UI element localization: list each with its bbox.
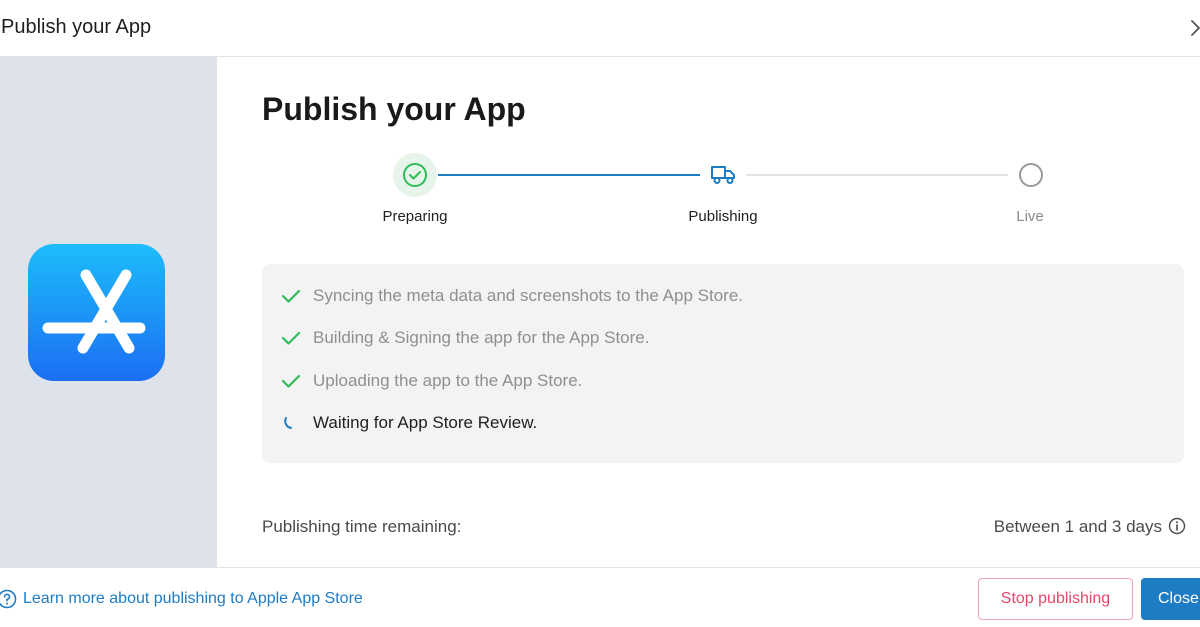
- task-text: Waiting for App Store Review.: [313, 413, 538, 432]
- info-icon[interactable]: [1168, 517, 1186, 535]
- spinner-icon: [284, 417, 292, 429]
- task-text: Building & Signing the app for the App S…: [313, 328, 650, 347]
- remaining-time-value: Between 1 and 3 days: [993, 517, 1162, 536]
- chevron-right-icon[interactable]: [1186, 16, 1200, 40]
- step-label-live: Live: [1016, 208, 1044, 225]
- list-item: Waiting for App Store Review.: [280, 411, 1160, 435]
- progress-line-completed: [438, 174, 700, 176]
- empty-circle-icon: [1019, 163, 1043, 187]
- task-list: Syncing the meta data and screenshots to…: [262, 264, 1184, 463]
- dialog-header: Publish your App: [0, 0, 1200, 57]
- main-panel: Publish your App Preparing Publishing Li…: [217, 57, 1200, 567]
- check-circle-icon: [403, 163, 427, 187]
- learn-more-link[interactable]: Learn more about publishing to Apple App…: [23, 590, 363, 608]
- step-publishing: [701, 153, 745, 197]
- page-title: Publish your App: [262, 91, 526, 127]
- remaining-time-label: Publishing time remaining:: [262, 517, 462, 536]
- step-preparing: [393, 153, 437, 197]
- check-icon: [281, 374, 301, 388]
- step-live: [1009, 153, 1053, 197]
- list-item: Uploading the app to the App Store.: [280, 369, 1160, 393]
- check-icon: [281, 331, 301, 345]
- progress-line-pending: [746, 174, 1008, 176]
- app-store-icon: [28, 244, 165, 381]
- task-text: Syncing the meta data and screenshots to…: [313, 286, 743, 305]
- dialog-footer: Learn more about publishing to Apple App…: [0, 567, 1200, 627]
- question-circle-icon[interactable]: [0, 589, 17, 609]
- list-item: Syncing the meta data and screenshots to…: [280, 284, 1160, 308]
- task-text: Uploading the app to the App Store.: [313, 371, 583, 390]
- check-icon: [281, 289, 301, 303]
- step-label-preparing: Preparing: [382, 208, 448, 225]
- close-button[interactable]: Close: [1141, 578, 1200, 620]
- step-label-publishing: Publishing: [688, 208, 758, 225]
- stop-publishing-button[interactable]: Stop publishing: [978, 578, 1133, 620]
- truck-icon: [711, 166, 735, 184]
- dialog-title: Publish your App: [1, 16, 152, 38]
- list-item: Building & Signing the app for the App S…: [280, 326, 1160, 350]
